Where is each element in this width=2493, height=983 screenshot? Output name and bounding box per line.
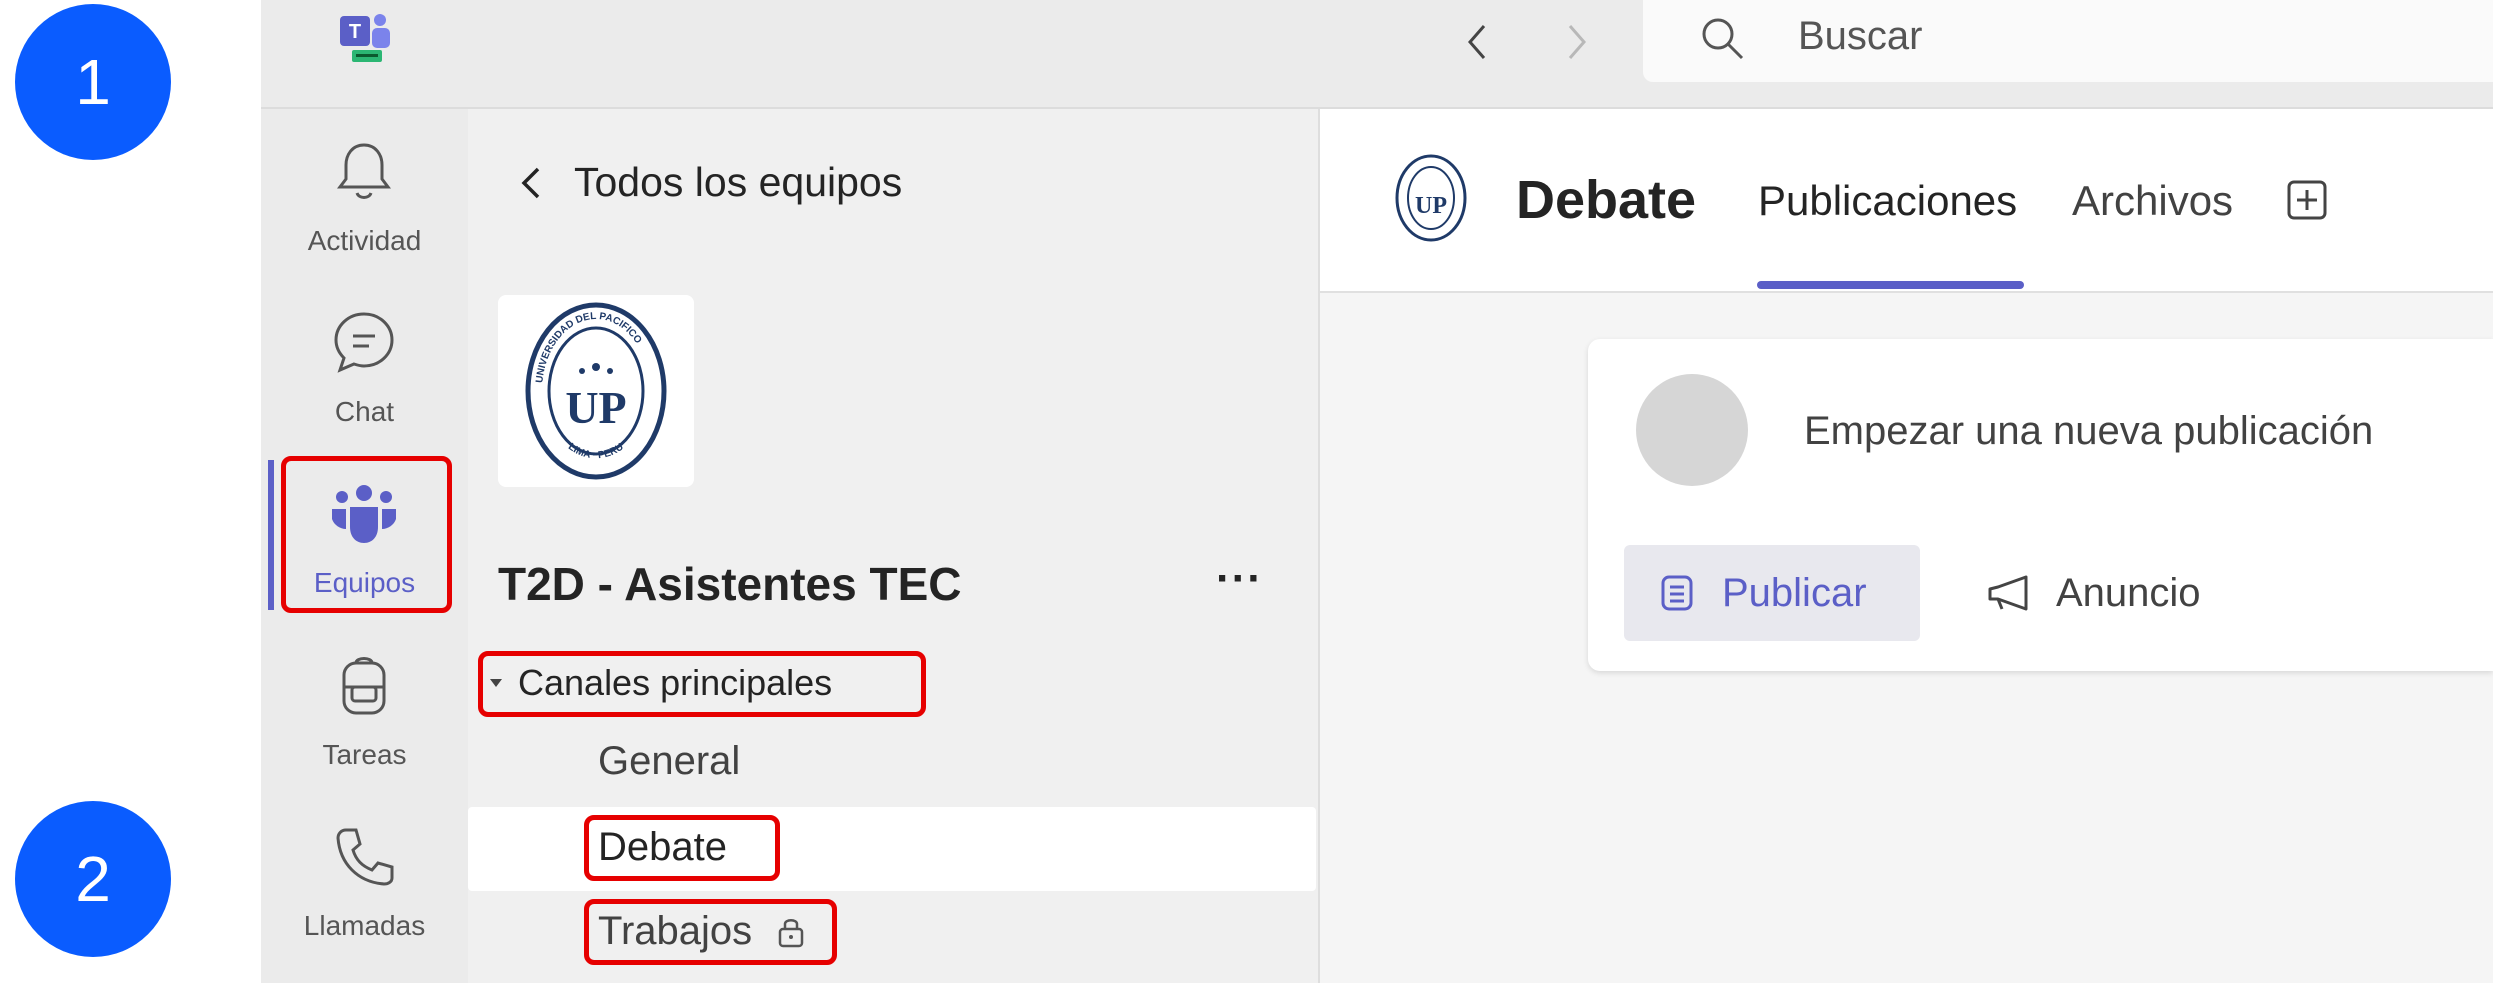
search-input[interactable]: Buscar xyxy=(1643,0,2493,82)
document-icon xyxy=(1661,575,1693,611)
step-badge-2: 2 xyxy=(15,801,171,957)
rail-item-chat[interactable]: Chat xyxy=(261,286,468,436)
highlight-equipos xyxy=(281,456,452,613)
teams-app-logo-icon[interactable]: T xyxy=(336,10,396,66)
rail-label: Actividad xyxy=(307,225,422,256)
svg-text:UP: UP xyxy=(565,382,626,433)
svg-text:UP: UP xyxy=(1415,193,1447,219)
channel-title: Debate xyxy=(1516,170,1697,230)
announcement-button[interactable]: Anuncio xyxy=(1986,545,2201,641)
back-label: Todos los equipos xyxy=(574,159,903,205)
all-teams-back-link[interactable]: Todos los equipos xyxy=(518,159,902,206)
active-tab-indicator xyxy=(1757,281,2024,289)
rail-label: Chat xyxy=(334,396,395,427)
rail-item-actividad[interactable]: Actividad xyxy=(261,115,468,265)
avatar xyxy=(1636,374,1748,486)
compose-input[interactable]: Empezar una nueva publicación xyxy=(1804,409,2373,454)
chat-icon xyxy=(334,312,394,373)
publish-label: Publicar xyxy=(1722,570,1867,615)
publish-button[interactable]: Publicar xyxy=(1624,545,1920,641)
tab-archivos[interactable]: Archivos xyxy=(2072,177,2233,225)
team-logo[interactable]: UNIVERSIDAD DEL PACIFICO LIMA · PERU UP xyxy=(498,295,694,487)
channel-general[interactable]: General xyxy=(598,739,740,784)
highlight-canales-principales xyxy=(478,651,926,717)
highlight-trabajos xyxy=(584,899,837,965)
channel-name: General xyxy=(598,739,741,783)
bell-icon xyxy=(337,143,391,199)
channel-header: UP Debate Publicaciones Archivos xyxy=(1320,109,2493,293)
rail-label: Llamadas xyxy=(303,910,426,941)
megaphone-icon xyxy=(1988,575,2028,611)
channel-team-logo-icon: UP xyxy=(1382,149,1480,247)
tab-publicaciones[interactable]: Publicaciones xyxy=(1758,177,2017,225)
svg-text:T: T xyxy=(349,21,361,43)
backpack-icon xyxy=(342,657,386,715)
highlight-debate xyxy=(584,815,780,881)
team-name: T2D - Asistentes TEC xyxy=(498,558,962,610)
announcement-label: Anuncio xyxy=(2056,570,2201,615)
university-seal-icon: UNIVERSIDAD DEL PACIFICO LIMA · PERU UP xyxy=(525,302,667,480)
search-placeholder: Buscar xyxy=(1798,14,1923,58)
phone-icon xyxy=(336,828,394,886)
back-arrow-icon[interactable] xyxy=(1452,14,1502,70)
rail-item-llamadas[interactable]: Llamadas xyxy=(261,800,468,950)
more-options-button[interactable]: ··· xyxy=(1216,554,1263,604)
forward-arrow-icon[interactable] xyxy=(1552,14,1602,70)
add-tab-icon[interactable] xyxy=(2286,179,2328,221)
step-badge-1: 1 xyxy=(15,4,171,160)
rail-label: Tareas xyxy=(322,739,407,770)
chevron-left-icon xyxy=(521,167,540,198)
channel-main: UP Debate Publicaciones Archivos Empezar… xyxy=(1320,109,2493,983)
compose-card: Empezar una nueva publicación Publicar A… xyxy=(1588,339,2493,671)
rail-item-tareas[interactable]: Tareas xyxy=(261,629,468,779)
search-icon xyxy=(1702,18,1744,60)
